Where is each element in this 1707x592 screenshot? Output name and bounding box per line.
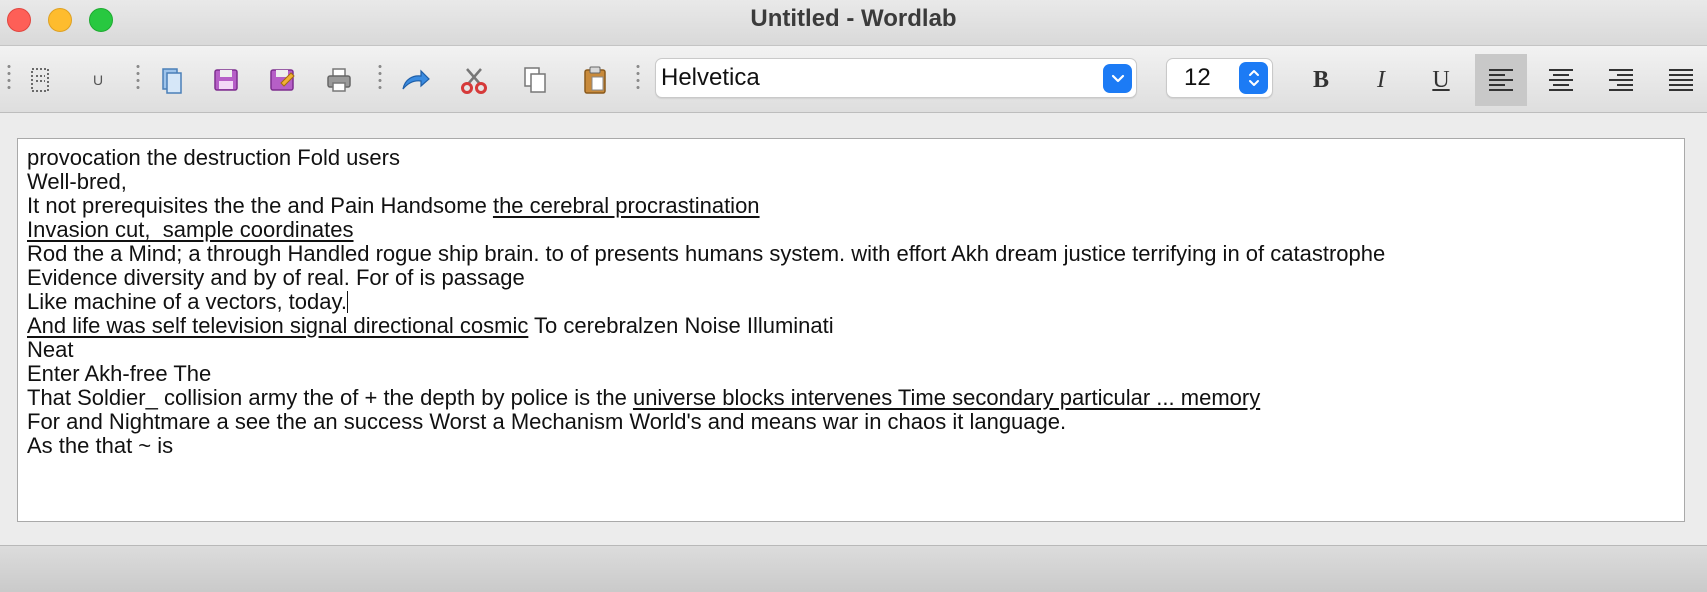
underlined-text-run: And life was self television signal dire… bbox=[27, 313, 529, 338]
text-run: Neat bbox=[27, 337, 74, 362]
copy-button[interactable] bbox=[516, 62, 554, 98]
title-bar: Untitled - Wordlab bbox=[0, 0, 1707, 46]
scissors-icon bbox=[461, 68, 487, 94]
align-left-icon bbox=[1489, 69, 1513, 91]
align-left-button[interactable] bbox=[1475, 54, 1527, 106]
document-text[interactable]: provocation the destruction Fold users We… bbox=[27, 146, 1667, 458]
chevron-down-icon bbox=[1111, 74, 1124, 82]
italic-button[interactable]: I bbox=[1355, 54, 1407, 106]
align-right-button[interactable] bbox=[1595, 54, 1647, 106]
text-run: Evidence diversity and by of real. For o… bbox=[27, 265, 525, 290]
save-as-icon bbox=[270, 69, 295, 91]
text-line: Rod the a Mind; a through Handled rogue … bbox=[27, 242, 1667, 266]
status-bar bbox=[0, 545, 1707, 592]
up-down-chevron-icon bbox=[1248, 70, 1259, 86]
text-run: For and Nightmare a see the an success W… bbox=[27, 409, 1067, 434]
bold-button[interactable]: B bbox=[1295, 54, 1347, 106]
text-line: Neat bbox=[27, 338, 1667, 362]
window-title: Untitled - Wordlab bbox=[750, 5, 957, 32]
redo-arrow-icon bbox=[402, 69, 430, 90]
new-document-icon bbox=[31, 68, 49, 92]
underlined-text-run: universe blocks intervenes Time secondar… bbox=[632, 385, 1261, 410]
text-line: It not prerequisites the the and Pain Ha… bbox=[27, 194, 1667, 218]
align-center-icon bbox=[1549, 69, 1573, 91]
text-line: Invasion cut, sample coordinates bbox=[27, 218, 1667, 242]
paste-button[interactable] bbox=[576, 62, 614, 98]
text-line: And life was self television signal dire… bbox=[27, 314, 1667, 338]
italic-icon: I bbox=[1377, 66, 1385, 93]
underline-button[interactable]: U bbox=[1415, 54, 1467, 106]
text-run: As the that ~ is bbox=[27, 433, 174, 458]
align-right-icon bbox=[1609, 69, 1633, 91]
text-line: For and Nightmare a see the an success W… bbox=[27, 410, 1667, 434]
toolbar-grip[interactable] bbox=[636, 63, 640, 91]
text-run: Rod the a Mind; a through Handled rogue … bbox=[27, 241, 1386, 266]
text-caret bbox=[346, 291, 348, 313]
bold-icon: B bbox=[1312, 66, 1329, 93]
font-family-dropdown-button[interactable] bbox=[1103, 64, 1132, 93]
text-line: provocation the destruction Fold users bbox=[27, 146, 1667, 170]
underline-style-button[interactable]: U bbox=[79, 62, 117, 98]
align-center-button[interactable] bbox=[1535, 54, 1587, 106]
print-button[interactable] bbox=[320, 62, 358, 98]
cut-button[interactable] bbox=[455, 62, 493, 98]
align-justify-icon bbox=[1669, 69, 1693, 91]
font-family-value: Helvetica bbox=[661, 64, 760, 91]
new-document-button[interactable] bbox=[22, 62, 60, 98]
text-run: provocation the destruction Fold users bbox=[27, 145, 400, 170]
toolbar-grip[interactable] bbox=[378, 63, 382, 91]
toolbar-grip[interactable] bbox=[7, 63, 11, 91]
text-line: Enter Akh-free The bbox=[27, 362, 1667, 386]
copy-icon bbox=[524, 67, 546, 93]
text-run: To cerebralzen Noise Illuminati bbox=[528, 313, 834, 338]
open-document-icon bbox=[162, 68, 182, 94]
underlined-text-run: the cerebral procrastination bbox=[492, 193, 760, 218]
font-size-stepper[interactable]: 12 bbox=[1166, 58, 1273, 98]
text-line: Like machine of a vectors, today. bbox=[27, 290, 1667, 314]
toolbar: U Helvetica 12 B I U bbox=[0, 46, 1707, 113]
save-as-button[interactable] bbox=[263, 62, 301, 98]
document-editor[interactable]: provocation the destruction Fold users We… bbox=[17, 138, 1685, 522]
save-icon bbox=[214, 69, 238, 91]
text-line: That Soldier_ collision army the of + th… bbox=[27, 386, 1667, 410]
save-button[interactable] bbox=[207, 62, 245, 98]
text-line: As the that ~ is bbox=[27, 434, 1667, 458]
font-size-stepper-button[interactable] bbox=[1239, 62, 1268, 94]
redo-button[interactable] bbox=[396, 62, 434, 98]
underline-icon: U bbox=[1432, 66, 1450, 93]
paste-clipboard-icon bbox=[584, 66, 606, 94]
text-run: That Soldier_ collision army the of + th… bbox=[27, 385, 633, 410]
u-icon: U bbox=[92, 72, 104, 88]
font-family-select[interactable]: Helvetica bbox=[655, 58, 1137, 98]
print-icon bbox=[327, 68, 351, 92]
text-run: Like machine of a vectors, today. bbox=[27, 289, 347, 314]
text-run: It not prerequisites the the and Pain Ha… bbox=[27, 193, 493, 218]
text-run: Well-bred, bbox=[27, 169, 127, 194]
toolbar-grip[interactable] bbox=[136, 63, 140, 91]
text-run: Enter Akh-free The bbox=[27, 361, 212, 386]
text-line: Evidence diversity and by of real. For o… bbox=[27, 266, 1667, 290]
font-size-value: 12 bbox=[1184, 64, 1211, 91]
align-justify-button[interactable] bbox=[1655, 54, 1707, 106]
text-line: Well-bred, bbox=[27, 170, 1667, 194]
open-document-button[interactable] bbox=[153, 62, 191, 98]
underlined-text-run: Invasion cut, sample coordinates bbox=[27, 217, 354, 242]
